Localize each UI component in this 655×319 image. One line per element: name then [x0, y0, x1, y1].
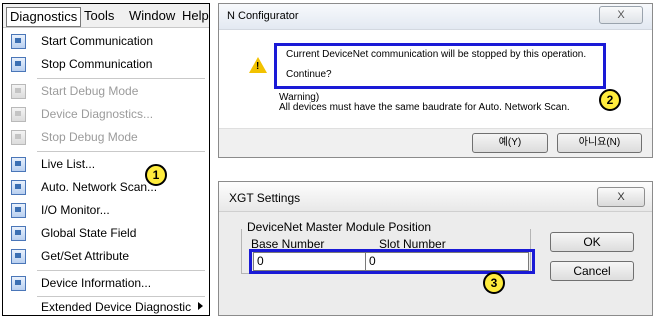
- menubar: Diagnostics Tools Window Help: [3, 4, 209, 28]
- dialog-footer: 예(Y) 아니요(N): [219, 128, 652, 157]
- warning-text: All devices must have the same baudrate …: [279, 102, 570, 113]
- menu-item-label: I/O Monitor...: [41, 203, 110, 217]
- dialog-message: Current DeviceNet communication will be …: [286, 49, 587, 60]
- menu-item-get-set-attribute[interactable]: Get/Set Attribute: [3, 246, 209, 268]
- step-badge-1: 1: [145, 164, 167, 186]
- menu-item-label: Get/Set Attribute: [41, 249, 130, 263]
- menu-item-start-debug-mode[interactable]: Start Debug Mode: [3, 81, 209, 103]
- menu-separator: [37, 151, 205, 152]
- dialog-question: Continue?: [286, 69, 332, 80]
- dialog-title: XGT Settings: [229, 191, 301, 205]
- menu-separator: [37, 78, 205, 79]
- menu-item-label: Device Diagnostics...: [41, 107, 154, 121]
- list-icon: [11, 157, 26, 172]
- ok-button[interactable]: OK: [550, 232, 634, 252]
- monitor-icon: [11, 203, 26, 218]
- slot-number-input[interactable]: 0: [365, 252, 529, 271]
- submenu-arrow-icon: [198, 302, 203, 310]
- menu-item-global-state-field[interactable]: Global State Field: [3, 223, 209, 245]
- menu-item-label: Start Debug Mode: [41, 84, 139, 98]
- confirm-dialog: N Configurator X ! Current DeviceNet com…: [218, 3, 653, 158]
- network-icon: [11, 57, 26, 72]
- menu-item-io-monitor[interactable]: I/O Monitor...: [3, 200, 209, 222]
- menu-item-label: Global State Field: [41, 226, 137, 240]
- attribute-icon: [11, 249, 26, 264]
- step-badge-3: 3: [483, 272, 505, 294]
- network-icon: [11, 34, 26, 49]
- menu-item-auto-network-scan[interactable]: Auto. Network Scan...: [3, 177, 209, 199]
- close-button[interactable]: X: [597, 187, 645, 207]
- menubar-help[interactable]: Help: [179, 7, 212, 25]
- menubar-tools[interactable]: Tools: [81, 7, 117, 25]
- scan-icon: [11, 180, 26, 195]
- dialog-body: ! Current DeviceNet communication will b…: [219, 31, 652, 128]
- menu-item-label: Stop Communication: [41, 57, 153, 71]
- no-button[interactable]: 아니요(N): [557, 133, 642, 153]
- dialog-title-bar: N Configurator X: [219, 4, 652, 30]
- menu-item-start-communication[interactable]: Start Communication: [3, 31, 209, 53]
- menu-item-label: Start Communication: [41, 34, 154, 48]
- yes-button[interactable]: 예(Y): [472, 133, 548, 153]
- state-icon: [11, 226, 26, 241]
- close-button[interactable]: X: [599, 6, 643, 24]
- menu-item-stop-debug-mode[interactable]: Stop Debug Mode: [3, 127, 209, 149]
- menu-item-label: Device Information...: [41, 276, 152, 290]
- step-badge-2: 2: [599, 89, 621, 111]
- dialog-title: N Configurator: [227, 10, 299, 22]
- menubar-diagnostics[interactable]: Diagnostics: [6, 7, 82, 27]
- menu-item-device-diagnostics[interactable]: Device Diagnostics...: [3, 104, 209, 126]
- menu-item-label: Extended Device Diagnostic: [41, 300, 192, 314]
- menu-item-extended-device-diagnostic[interactable]: Extended Device Diagnostic: [3, 297, 209, 319]
- menu-item-label: Live List...: [41, 157, 96, 171]
- menu-item-label: Stop Debug Mode: [41, 130, 138, 144]
- menu-item-stop-communication[interactable]: Stop Communication: [3, 54, 209, 76]
- diagnostics-icon: [11, 107, 26, 122]
- menu-item-device-information[interactable]: Device Information...: [3, 273, 209, 295]
- warning-icon-mark: !: [256, 61, 260, 72]
- diagnostics-menu-panel: Diagnostics Tools Window Help Start Comm…: [2, 3, 210, 316]
- diagnostics-dropdown: Start Communication Stop Communication S…: [3, 29, 209, 315]
- menu-item-live-list[interactable]: Live List...: [3, 154, 209, 176]
- cancel-button[interactable]: Cancel: [550, 261, 634, 281]
- xgt-settings-dialog: XGT Settings X DeviceNet Master Module P…: [218, 181, 653, 316]
- menubar-window[interactable]: Window: [126, 7, 178, 25]
- menu-item-label: Auto. Network Scan...: [41, 180, 158, 194]
- base-number-input[interactable]: 0: [253, 252, 375, 271]
- debug-icon: [11, 130, 26, 145]
- info-icon: [11, 276, 26, 291]
- group-label: DeviceNet Master Module Position: [247, 220, 432, 234]
- debug-icon: [11, 84, 26, 99]
- dialog-title-bar: XGT Settings X: [219, 182, 652, 212]
- menu-separator: [37, 270, 205, 271]
